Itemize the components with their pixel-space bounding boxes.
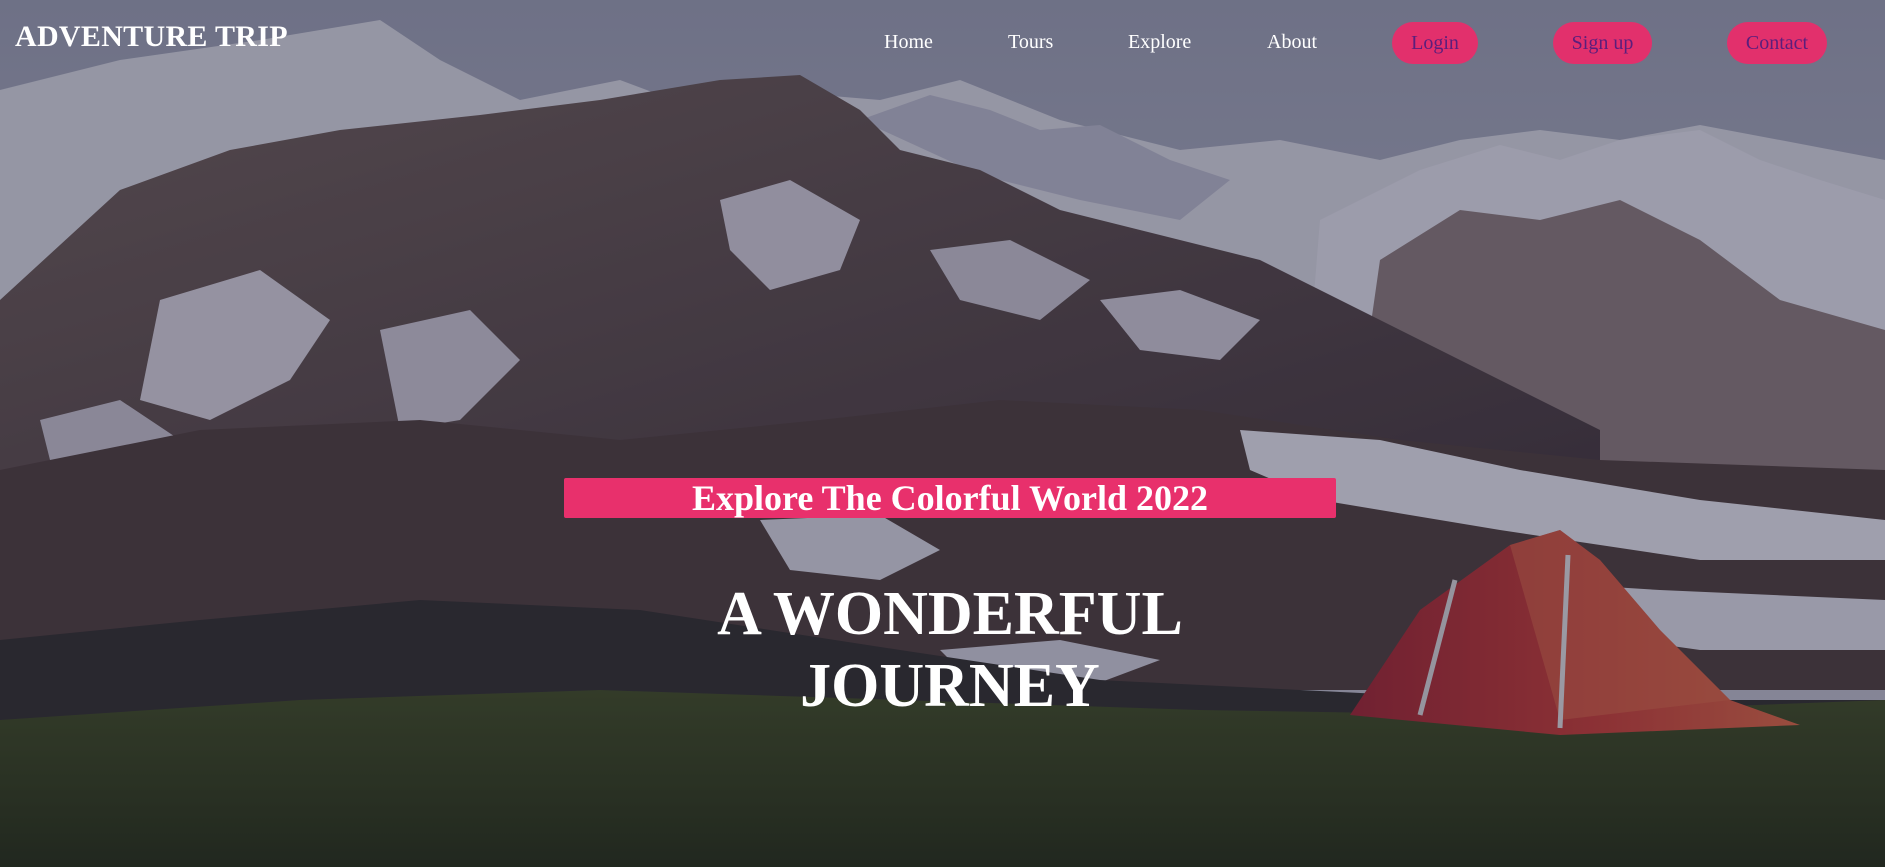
nav-link-about[interactable]: About [1267,31,1317,54]
signup-button[interactable]: Sign up [1553,22,1652,64]
hero-tagline-banner: Explore The Colorful World 2022 [564,478,1336,518]
login-button[interactable]: Login [1392,22,1478,64]
nav-link-home[interactable]: Home [884,31,933,54]
contact-button[interactable]: Contact [1727,22,1827,64]
nav-link-explore[interactable]: Explore [1128,31,1191,54]
hero-headline: A WONDERFUL JOURNEY [717,580,1183,720]
dark-overlay [0,0,1885,867]
brand-logo[interactable]: ADVENTURE TRIP [15,20,288,54]
nav-link-tours[interactable]: Tours [1008,31,1053,54]
hero-section: ADVENTURE TRIP Home Tours Explore About … [0,0,1885,867]
